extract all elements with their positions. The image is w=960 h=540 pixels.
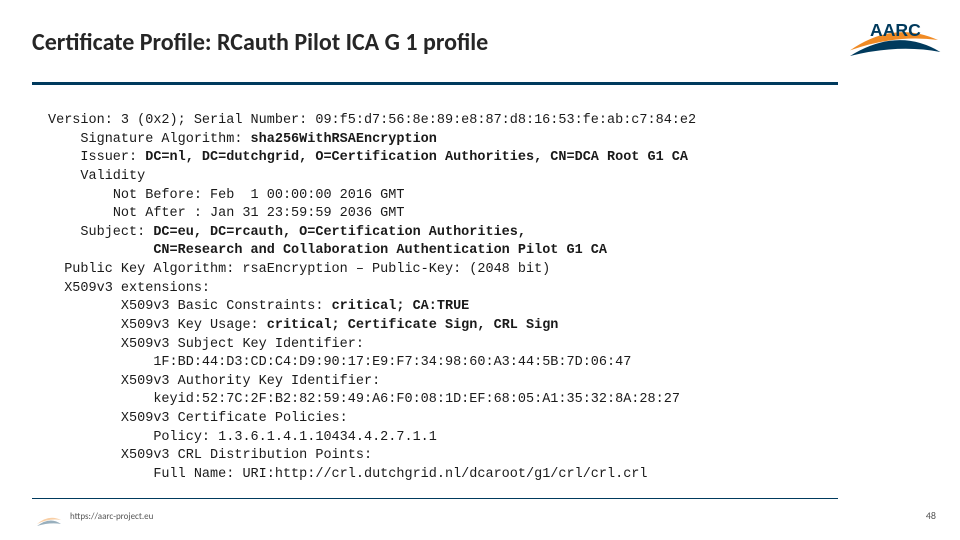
slide: Certificate Profile: RCauth Pilot ICA G … — [0, 0, 960, 540]
cert-subject-label: Subject: — [80, 225, 153, 240]
cert-bc-label: X509v3 Basic Constraints: — [121, 299, 332, 314]
cert-sigalg-value: sha256WithRSAEncryption — [251, 132, 437, 147]
cert-bc-value: critical; CA:TRUE — [332, 299, 470, 314]
cert-crl-label: X509v3 CRL Distribution Points: — [121, 448, 372, 463]
cert-issuer-value: DC=nl, DC=dutchgrid, O=Certification Aut… — [145, 150, 688, 165]
cert-not-after: Not After : Jan 31 23:59:59 2036 GMT — [113, 206, 405, 221]
cert-version: Version: 3 (0x2); Serial Number: 09:f5:d… — [48, 113, 696, 128]
footer-url: https://aarc-project.eu — [70, 511, 153, 522]
cert-pol-label: X509v3 Certificate Policies: — [121, 411, 348, 426]
cert-subject-line2: CN=Research and Collaboration Authentica… — [153, 243, 607, 258]
cert-ku-value: critical; Certificate Sign, CRL Sign — [267, 318, 559, 333]
cert-subject-line1: DC=eu, DC=rcauth, O=Certification Author… — [153, 225, 526, 240]
page-title: Certificate Profile: RCauth Pilot ICA G … — [32, 28, 488, 57]
page-number: 48 — [926, 509, 936, 522]
cert-validity-label: Validity — [80, 169, 145, 184]
cert-ku-label: X509v3 Key Usage: — [121, 318, 267, 333]
cert-ext-header: X509v3 extensions: — [64, 281, 210, 296]
cert-aki-label: X509v3 Authority Key Identifier: — [121, 374, 380, 389]
certificate-dump: Version: 3 (0x2); Serial Number: 09:f5:d… — [48, 112, 918, 485]
cert-ski-value: 1F:BD:44:D3:CD:C4:D9:90:17:E9:F7:34:98:6… — [153, 355, 631, 370]
logo-swoosh-icon: AARC — [846, 10, 942, 70]
svg-text:AARC: AARC — [870, 20, 921, 40]
cert-ski-label: X509v3 Subject Key Identifier: — [121, 337, 364, 352]
cert-crl-value: Full Name: URI:http://crl.dutchgrid.nl/d… — [153, 467, 647, 482]
cert-issuer-label: Issuer: — [80, 150, 145, 165]
divider-top — [32, 82, 838, 85]
divider-bottom — [32, 498, 838, 499]
cert-pol-value: Policy: 1.3.6.1.4.1.10434.4.2.7.1.1 — [153, 430, 437, 445]
cert-aki-value: keyid:52:7C:2F:B2:82:59:49:A6:F0:08:1D:E… — [153, 392, 680, 407]
aarc-logo: AARC — [846, 10, 942, 75]
footer-logo-icon — [36, 512, 62, 528]
cert-not-before: Not Before: Feb 1 00:00:00 2016 GMT — [113, 188, 405, 203]
cert-sigalg-label: Signature Algorithm: — [80, 132, 250, 147]
cert-pubkey: Public Key Algorithm: rsaEncryption – Pu… — [64, 262, 550, 277]
